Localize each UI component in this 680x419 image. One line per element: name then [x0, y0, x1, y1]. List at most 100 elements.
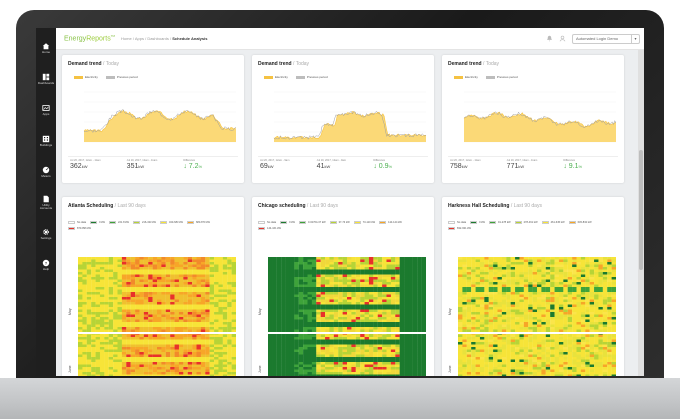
heatmap-cell[interactable]: [390, 364, 396, 368]
heatmap-cell[interactable]: [178, 299, 184, 303]
heatmap-cell[interactable]: [126, 317, 131, 320]
heatmap-cell[interactable]: [567, 287, 573, 290]
heatmap-cell[interactable]: [368, 312, 374, 315]
heatmap-cell[interactable]: [545, 289, 551, 293]
heatmap-cell[interactable]: [311, 317, 317, 320]
heatmap-cell[interactable]: [130, 329, 136, 333]
heatmap-cell[interactable]: [510, 304, 516, 308]
heatmap-cell[interactable]: [501, 279, 507, 283]
heatmap-cell[interactable]: [126, 269, 131, 273]
heatmap-cell[interactable]: [108, 342, 114, 345]
heatmap-cell[interactable]: [342, 279, 348, 283]
heatmap-cell[interactable]: [214, 334, 219, 338]
heatmap-cell[interactable]: [360, 342, 365, 345]
heatmap-cell[interactable]: [316, 357, 321, 360]
heatmap-cell[interactable]: [99, 367, 105, 370]
heatmap-cell[interactable]: [347, 277, 352, 280]
heatmap-cell[interactable]: [320, 352, 326, 355]
heatmap-cell[interactable]: [268, 299, 273, 303]
heatmap-cell[interactable]: [368, 352, 374, 355]
heatmap-cell[interactable]: [170, 277, 175, 280]
heatmap-cell[interactable]: [598, 279, 603, 283]
heatmap-cell[interactable]: [351, 372, 356, 375]
heatmap-cell[interactable]: [399, 307, 405, 310]
heatmap-cell[interactable]: [572, 262, 577, 265]
heatmap-cell[interactable]: [276, 362, 282, 365]
heatmap-cell[interactable]: [479, 279, 485, 283]
heatmap-cell[interactable]: [386, 324, 391, 328]
heatmap-cell[interactable]: [95, 329, 101, 333]
heatmap-cell[interactable]: [298, 262, 304, 265]
heatmap-cell[interactable]: [611, 319, 616, 323]
heatmap-cell[interactable]: [165, 257, 171, 260]
heatmap-cell[interactable]: [214, 289, 219, 293]
heatmap-cell[interactable]: [333, 339, 339, 343]
heatmap-cell[interactable]: [161, 357, 166, 360]
heatmap-cell[interactable]: [580, 262, 586, 265]
heatmap-cell[interactable]: [117, 324, 122, 328]
heatmap-cell[interactable]: [368, 257, 374, 260]
heatmap-cell[interactable]: [95, 362, 101, 365]
heatmap-cell[interactable]: [316, 322, 321, 325]
heatmap-cell[interactable]: [281, 284, 286, 288]
heatmap-cell[interactable]: [523, 262, 529, 265]
heatmap-cell[interactable]: [558, 304, 564, 308]
heatmap-cell[interactable]: [218, 362, 223, 365]
heatmap-cell[interactable]: [404, 369, 409, 373]
heatmap-cell[interactable]: [95, 294, 101, 298]
heatmap-cell[interactable]: [170, 354, 175, 358]
heatmap-cell[interactable]: [594, 329, 599, 333]
heatmap-cell[interactable]: [408, 294, 413, 298]
heatmap-cell[interactable]: [196, 337, 201, 340]
heatmap-cell[interactable]: [227, 324, 232, 328]
heatmap-cell[interactable]: [148, 267, 153, 270]
heatmap-cell[interactable]: [170, 322, 175, 325]
heatmap-cell[interactable]: [303, 289, 308, 293]
heatmap-cell[interactable]: [276, 339, 282, 343]
heatmap-cell[interactable]: [108, 354, 114, 358]
heatmap-cell[interactable]: [421, 284, 426, 288]
heatmap-cell[interactable]: [501, 319, 507, 323]
heatmap-cell[interactable]: [325, 352, 330, 355]
heatmap-cell[interactable]: [558, 267, 564, 270]
heatmap-cell[interactable]: [458, 294, 463, 298]
heatmap-cell[interactable]: [268, 322, 273, 325]
heatmap-cell[interactable]: [382, 274, 387, 278]
heatmap-cell[interactable]: [377, 329, 383, 333]
heatmap-cell[interactable]: [196, 334, 201, 338]
heatmap-cell[interactable]: [196, 369, 201, 373]
heatmap-cell[interactable]: [399, 324, 405, 328]
heatmap-cell[interactable]: [135, 362, 140, 365]
heatmap-cell[interactable]: [342, 367, 348, 370]
heatmap-cell[interactable]: [148, 277, 153, 280]
heatmap-cell[interactable]: [289, 369, 295, 373]
heatmap-cell[interactable]: [192, 329, 197, 333]
heatmap-cell[interactable]: [528, 279, 533, 283]
heatmap-cell[interactable]: [466, 299, 472, 303]
heatmap-cell[interactable]: [91, 324, 96, 328]
heatmap-cell[interactable]: [121, 324, 127, 328]
heatmap-cell[interactable]: [99, 354, 105, 358]
heatmap-cell[interactable]: [417, 317, 422, 320]
heatmap-cell[interactable]: [104, 289, 109, 293]
heatmap-cell[interactable]: [276, 324, 282, 328]
breadcrumb-dashboards[interactable]: Dashboards: [147, 36, 169, 41]
heatmap-cell[interactable]: [598, 337, 603, 340]
heatmap-cell[interactable]: [466, 317, 472, 320]
heatmap-cell[interactable]: [104, 257, 109, 260]
heatmap-cell[interactable]: [471, 342, 476, 345]
heatmap-cell[interactable]: [231, 364, 236, 368]
heatmap-cell[interactable]: [196, 322, 201, 325]
heatmap-cell[interactable]: [135, 369, 140, 373]
heatmap-cell[interactable]: [276, 302, 282, 305]
heatmap-cell[interactable]: [497, 327, 502, 330]
heatmap-cell[interactable]: [152, 279, 158, 283]
heatmap-cell[interactable]: [395, 274, 400, 278]
heatmap-cell[interactable]: [594, 337, 599, 340]
heatmap-cell[interactable]: [585, 264, 590, 268]
heatmap-cell[interactable]: [205, 359, 210, 363]
heatmap-cell[interactable]: [471, 264, 476, 268]
heatmap-cell[interactable]: [276, 304, 282, 308]
heatmap-cell[interactable]: [214, 327, 219, 330]
heatmap-cell[interactable]: [545, 282, 551, 285]
